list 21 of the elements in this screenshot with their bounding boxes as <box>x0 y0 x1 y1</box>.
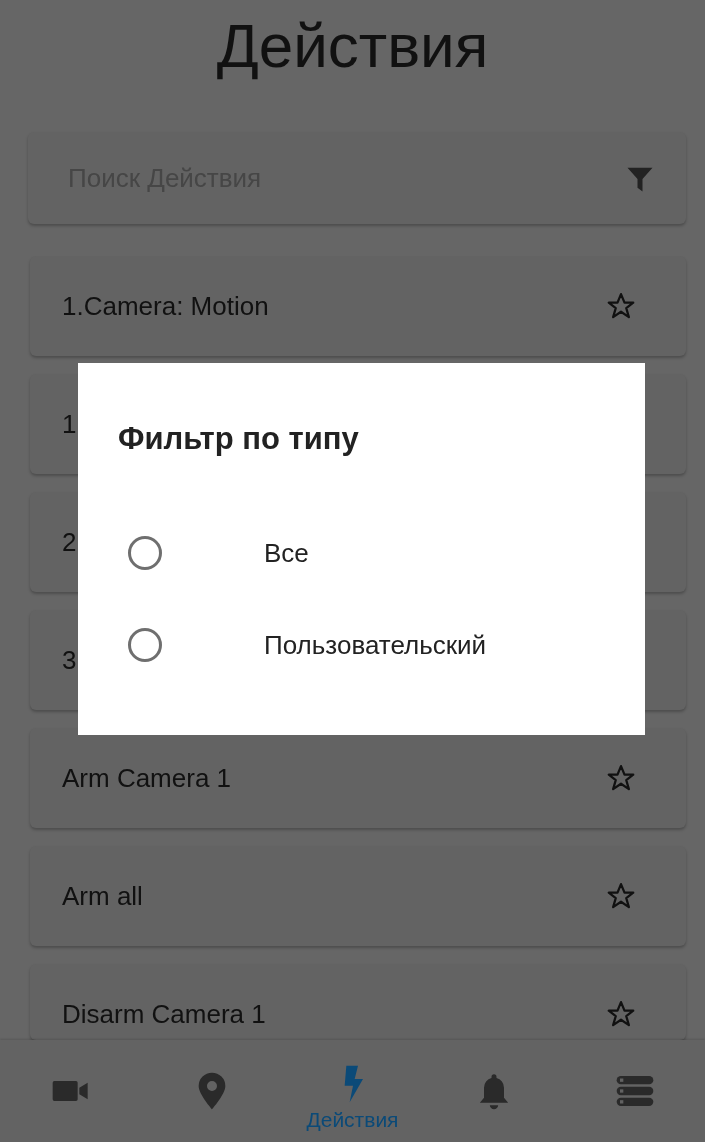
page-title: Действия <box>216 10 489 82</box>
action-item[interactable]: Arm all <box>30 846 686 946</box>
action-label: Arm all <box>62 881 143 911</box>
radio-button[interactable] <box>128 536 162 570</box>
action-item[interactable]: 1.Camera: Motion <box>30 256 686 356</box>
action-label: Disarm Camera 1 <box>62 999 266 1029</box>
action-label: 2 <box>62 527 77 557</box>
radio-button[interactable] <box>128 628 162 662</box>
action-label: 1.Camera: Motion <box>62 291 269 321</box>
option-label[interactable]: Все <box>264 537 309 569</box>
action-item[interactable]: Arm Camera 1 <box>30 728 686 828</box>
action-label: 3 <box>62 645 77 675</box>
action-label: Arm Camera 1 <box>62 763 232 793</box>
dialog-title: Фильтр по типу <box>118 420 359 458</box>
action-label: 1 <box>62 409 77 439</box>
action-item[interactable]: Disarm Camera 1 <box>30 964 686 1040</box>
star-icon[interactable] <box>606 291 636 321</box>
star-icon[interactable] <box>606 763 636 793</box>
star-icon[interactable] <box>606 881 636 911</box>
star-icon[interactable] <box>606 999 636 1029</box>
option-label[interactable]: Пользовательский <box>264 629 487 661</box>
